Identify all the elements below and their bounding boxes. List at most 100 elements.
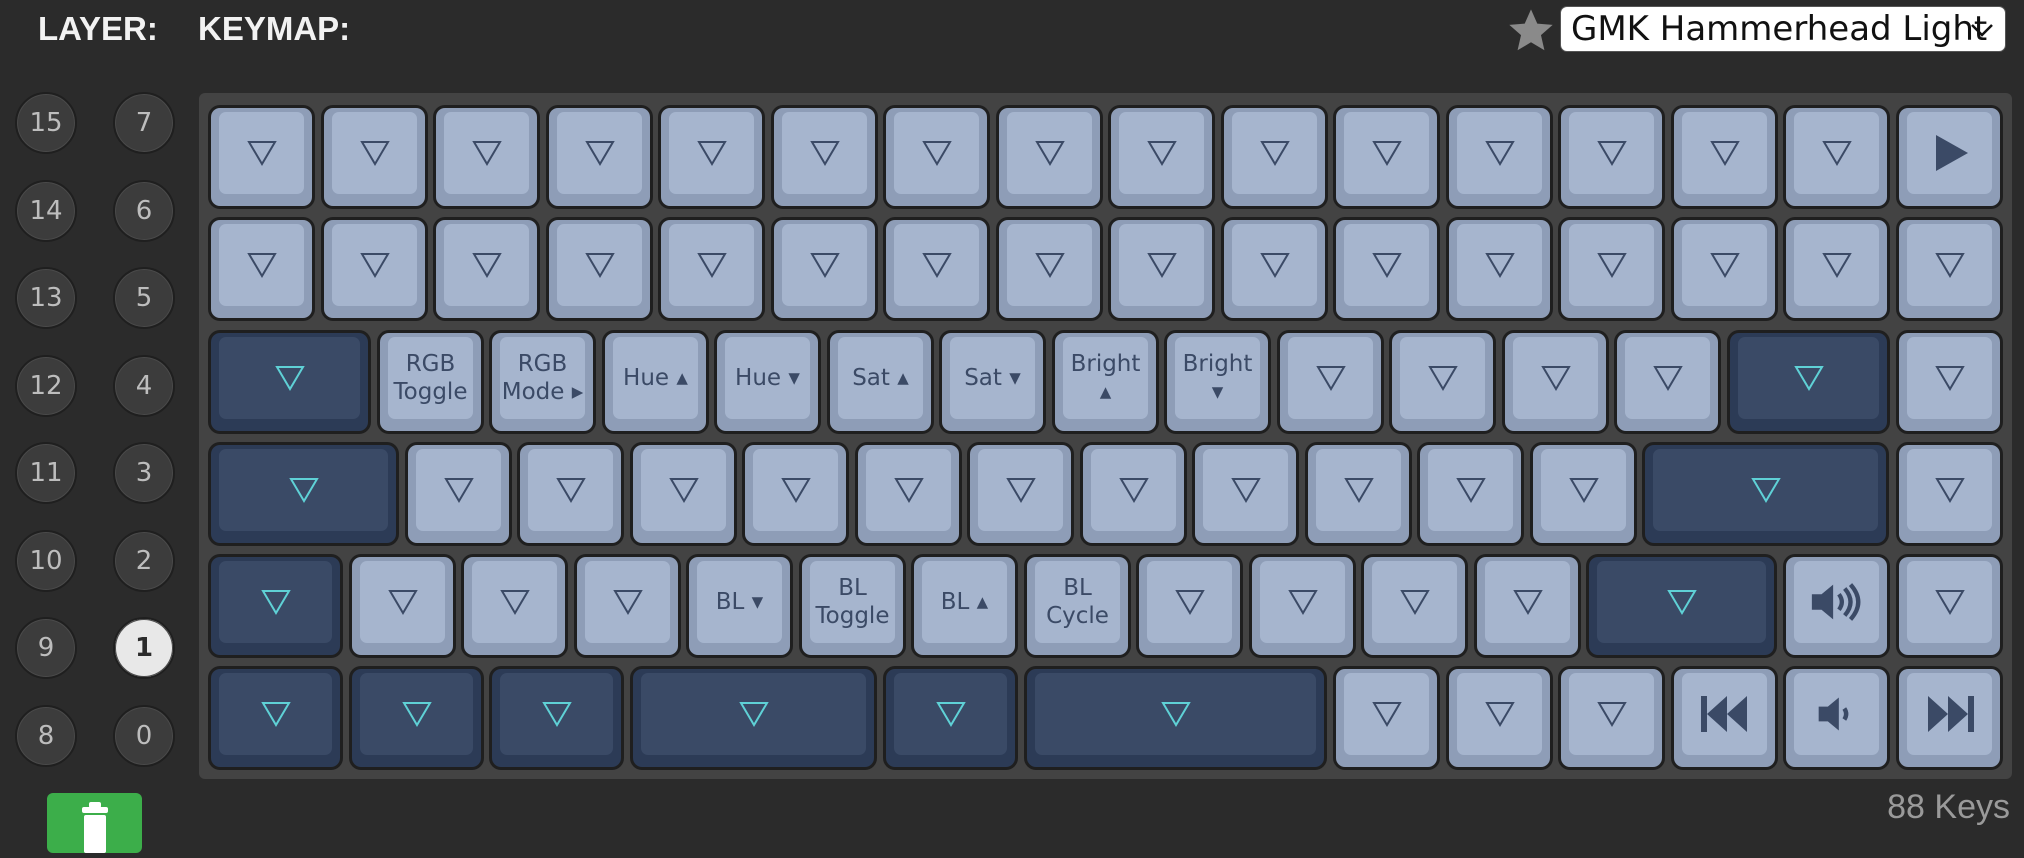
key-transparent-r1-c8[interactable] — [996, 105, 1103, 209]
delete-button[interactable] — [47, 793, 142, 853]
key-transparent-r3-c13[interactable] — [1614, 330, 1721, 434]
key-bl-cycle[interactable]: BL Cycle — [1024, 554, 1131, 658]
layer-button-4[interactable]: 4 — [113, 355, 175, 417]
key-transparent-r2-c14[interactable] — [1671, 217, 1778, 321]
key-transparent-r5-c13[interactable] — [1586, 554, 1777, 658]
key-transparent-r6-c6[interactable] — [1024, 666, 1327, 770]
key-transparent-r2-c16[interactable] — [1896, 217, 2003, 321]
layer-button-13[interactable]: 13 — [15, 267, 77, 329]
layer-button-15[interactable]: 15 — [15, 92, 77, 154]
key-transparent-r1-c14[interactable] — [1671, 105, 1778, 209]
key-bl-toggle[interactable]: BL Toggle — [799, 554, 906, 658]
key-transparent-r5-c11[interactable] — [1361, 554, 1468, 658]
key-transparent-r5-c3[interactable] — [461, 554, 568, 658]
key-transparent-r2-c1[interactable] — [208, 217, 315, 321]
key-transparent-r6-c3[interactable] — [489, 666, 624, 770]
key-transparent-r5-c12[interactable] — [1474, 554, 1581, 658]
key-transparent-r1-c10[interactable] — [1221, 105, 1328, 209]
key-transparent-r1-c12[interactable] — [1446, 105, 1553, 209]
key-transparent-r4-c13[interactable] — [1642, 442, 1889, 546]
key-transparent-r5-c9[interactable] — [1136, 554, 1243, 658]
key-transparent-r5-c1[interactable] — [208, 554, 343, 658]
key-transparent-r4-c4[interactable] — [630, 442, 737, 546]
key-transparent-r1-c3[interactable] — [433, 105, 540, 209]
key-transparent-r6-c8[interactable] — [1446, 666, 1553, 770]
key-transparent-r4-c10[interactable] — [1305, 442, 1412, 546]
key-transparent-r5-c10[interactable] — [1249, 554, 1356, 658]
layer-button-1[interactable]: 1 — [113, 617, 175, 679]
theme-select[interactable]: GMK Hammerhead Light — [1560, 6, 2006, 52]
key-sat-up[interactable]: Sat ▴ — [827, 330, 934, 434]
star-icon[interactable] — [1505, 5, 1557, 57]
key-transparent-r4-c9[interactable] — [1192, 442, 1299, 546]
key-transparent-r2-c13[interactable] — [1558, 217, 1665, 321]
key-transparent-r6-c9[interactable] — [1558, 666, 1665, 770]
key-transparent-r4-c2[interactable] — [405, 442, 512, 546]
key-transparent-r3-c15[interactable] — [1896, 330, 2003, 434]
key-prev-track[interactable] — [1671, 666, 1778, 770]
key-transparent-r2-c7[interactable] — [883, 217, 990, 321]
key-transparent-r2-c15[interactable] — [1783, 217, 1890, 321]
key-transparent-r3-c14[interactable] — [1727, 330, 1890, 434]
key-bright-up[interactable]: Bright ▴ — [1052, 330, 1159, 434]
key-transparent-r4-c5[interactable] — [742, 442, 849, 546]
key-bright-down[interactable]: Bright ▾ — [1164, 330, 1271, 434]
layer-button-10[interactable]: 10 — [15, 530, 77, 592]
key-transparent-r2-c9[interactable] — [1108, 217, 1215, 321]
key-transparent-r2-c12[interactable] — [1446, 217, 1553, 321]
key-transparent-r3-c10[interactable] — [1277, 330, 1384, 434]
key-transparent-r5-c4[interactable] — [574, 554, 681, 658]
key-transparent-r1-c5[interactable] — [658, 105, 765, 209]
key-sat-down[interactable]: Sat ▾ — [939, 330, 1046, 434]
key-bl-up[interactable]: BL ▴ — [911, 554, 1018, 658]
key-transparent-r1-c4[interactable] — [546, 105, 653, 209]
key-transparent-r1-c9[interactable] — [1108, 105, 1215, 209]
key-transparent-r2-c3[interactable] — [433, 217, 540, 321]
key-rgb-toggle[interactable]: RGB Toggle — [377, 330, 484, 434]
key-transparent-r5-c15[interactable] — [1896, 554, 2003, 658]
key-volume-down[interactable] — [1783, 666, 1890, 770]
key-transparent-r5-c2[interactable] — [349, 554, 456, 658]
layer-button-2[interactable]: 2 — [113, 530, 175, 592]
key-transparent-r6-c7[interactable] — [1333, 666, 1440, 770]
key-hue-up[interactable]: Hue ▴ — [602, 330, 709, 434]
key-transparent-r2-c10[interactable] — [1221, 217, 1328, 321]
key-rgb-mode[interactable]: RGB Mode ▸ — [489, 330, 596, 434]
key-transparent-r1-c15[interactable] — [1783, 105, 1890, 209]
key-transparent-r2-c11[interactable] — [1333, 217, 1440, 321]
key-transparent-r3-c1[interactable] — [208, 330, 371, 434]
key-transparent-r4-c7[interactable] — [967, 442, 1074, 546]
key-transparent-r3-c12[interactable] — [1502, 330, 1609, 434]
key-transparent-r4-c11[interactable] — [1417, 442, 1524, 546]
key-transparent-r6-c2[interactable] — [349, 666, 484, 770]
key-transparent-r4-c14[interactable] — [1896, 442, 2003, 546]
key-transparent-r4-c1[interactable] — [208, 442, 399, 546]
layer-button-12[interactable]: 12 — [15, 355, 77, 417]
key-bl-down[interactable]: BL ▾ — [686, 554, 793, 658]
key-hue-down[interactable]: Hue ▾ — [714, 330, 821, 434]
key-transparent-r1-c6[interactable] — [771, 105, 878, 209]
key-transparent-r6-c4[interactable] — [630, 666, 877, 770]
layer-button-0[interactable]: 0 — [113, 705, 175, 767]
key-transparent-r4-c12[interactable] — [1530, 442, 1637, 546]
key-transparent-r2-c8[interactable] — [996, 217, 1103, 321]
layer-button-8[interactable]: 8 — [15, 705, 77, 767]
key-next-track[interactable] — [1896, 666, 2003, 770]
layer-button-6[interactable]: 6 — [113, 180, 175, 242]
key-transparent-r2-c2[interactable] — [321, 217, 428, 321]
key-transparent-r4-c8[interactable] — [1080, 442, 1187, 546]
key-transparent-r6-c1[interactable] — [208, 666, 343, 770]
key-transparent-r1-c13[interactable] — [1558, 105, 1665, 209]
key-transparent-r4-c3[interactable] — [517, 442, 624, 546]
key-transparent-r6-c5[interactable] — [883, 666, 1018, 770]
layer-button-9[interactable]: 9 — [15, 617, 77, 679]
layer-button-14[interactable]: 14 — [15, 180, 77, 242]
layer-button-5[interactable]: 5 — [113, 267, 175, 329]
key-play[interactable] — [1896, 105, 2003, 209]
key-transparent-r1-c2[interactable] — [321, 105, 428, 209]
layer-button-7[interactable]: 7 — [113, 92, 175, 154]
key-volume-up[interactable] — [1783, 554, 1890, 658]
key-transparent-r1-c7[interactable] — [883, 105, 990, 209]
layer-button-11[interactable]: 11 — [15, 442, 77, 504]
key-transparent-r3-c11[interactable] — [1389, 330, 1496, 434]
